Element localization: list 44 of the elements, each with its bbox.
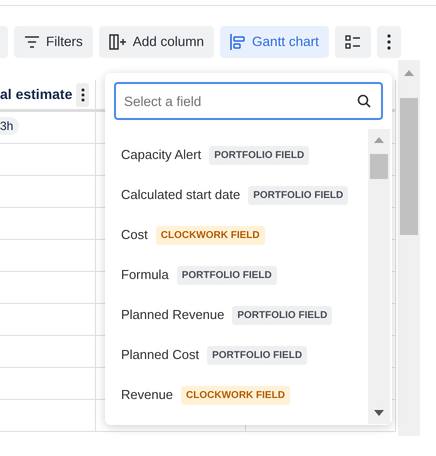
field-name: Planned Revenue	[121, 306, 224, 324]
field-tag: CLOCKWORK FIELD	[181, 386, 290, 404]
field-name: Revenue	[121, 386, 174, 404]
field-tag: PORTFOLIO FIELD	[209, 146, 310, 164]
field-option[interactable]: Formula PORTFOLIO FIELD	[105, 255, 368, 295]
field-option[interactable]: Revenue CLOCKWORK FIELD	[105, 375, 368, 415]
scrollbar-thumb[interactable]	[400, 98, 418, 235]
field-name: Capacity Alert	[121, 146, 202, 164]
scroll-down-icon[interactable]	[374, 410, 384, 416]
field-tag: PORTFOLIO FIELD	[248, 186, 348, 204]
search-icon[interactable]	[357, 94, 371, 108]
field-option[interactable]: Calculated start date PORTFOLIO FIELD	[105, 175, 368, 215]
field-option[interactable]: Cost CLOCKWORK FIELD	[105, 215, 368, 255]
more-button[interactable]	[376, 26, 401, 58]
field-name: Formula	[121, 266, 169, 284]
field-tag: PORTFOLIO FIELD	[176, 266, 277, 284]
add-column-button[interactable]: Add column	[98, 26, 214, 58]
field-tag: CLOCKWORK FIELD	[156, 226, 265, 244]
scrollbar-thumb[interactable]	[370, 154, 388, 179]
column-title: al estimate	[0, 85, 72, 104]
scrollbar[interactable]	[398, 60, 420, 436]
scroll-up-icon[interactable]	[404, 70, 414, 76]
scroll-up-icon[interactable]	[374, 137, 384, 143]
filter-icon	[24, 35, 40, 49]
field-option[interactable]: Capacity Alert PORTFOLIO FIELD	[105, 135, 368, 175]
list-icon	[344, 35, 361, 49]
field-name: Cost	[121, 226, 148, 244]
estimate-chip: 3h	[0, 117, 20, 135]
more-icon	[386, 34, 391, 50]
field-option[interactable]: Planned Revenue PORTFOLIO FIELD	[105, 295, 368, 335]
scrollbar[interactable]	[368, 129, 390, 424]
column-menu-button[interactable]	[76, 82, 89, 106]
field-option[interactable]: Planned Cost PORTFOLIO FIELD	[105, 335, 368, 375]
list-button[interactable]	[334, 26, 371, 58]
gantt-icon	[230, 34, 246, 50]
field-name: Planned Cost	[121, 346, 200, 364]
field-tag: PORTFOLIO FIELD	[207, 346, 308, 364]
field-tag: PORTFOLIO FIELD	[232, 306, 332, 324]
search-field[interactable]: Select a field	[114, 82, 383, 120]
add-column-icon	[108, 34, 127, 50]
more-icon	[80, 88, 85, 102]
gantt-button[interactable]: Gantt chart	[220, 26, 329, 58]
field-name: Calculated start date	[121, 186, 240, 204]
filters-button[interactable]: Filters	[14, 26, 93, 58]
